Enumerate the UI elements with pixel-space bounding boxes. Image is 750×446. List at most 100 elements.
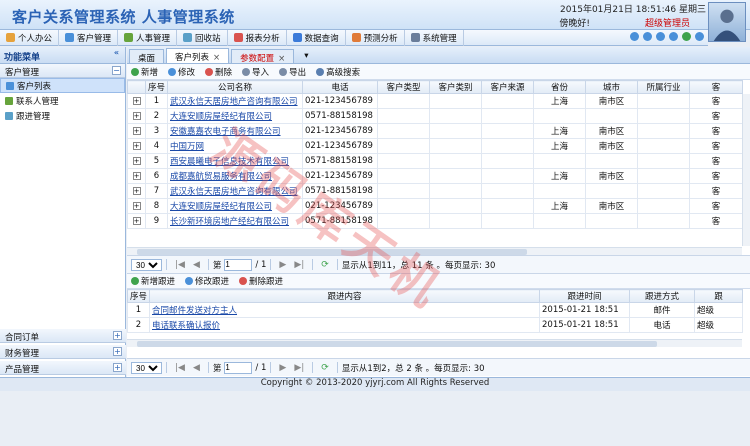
tab-0[interactable]: 桌面: [129, 49, 165, 64]
prev-page-button[interactable]: ◀: [193, 363, 200, 373]
tab-1[interactable]: 客户列表 ×: [166, 48, 230, 63]
minus-icon[interactable]: −: [112, 66, 121, 75]
tab-2[interactable]: 参数配置 ×: [231, 49, 295, 64]
expand-icon[interactable]: +: [132, 97, 141, 105]
expand-icon[interactable]: +: [132, 172, 141, 180]
page-input[interactable]: [224, 361, 253, 374]
menu-item-0[interactable]: 个人办公: [0, 29, 60, 46]
page-size-select[interactable]: 30: [131, 258, 162, 271]
horizontal-scrollbar[interactable]: [127, 339, 742, 347]
column-header[interactable]: 跟进时间: [539, 289, 630, 303]
sidebar-item-2[interactable]: 跟进管理: [0, 108, 125, 123]
menu-item-3[interactable]: 回收站: [177, 29, 228, 46]
column-header[interactable]: 客户类型: [377, 80, 430, 94]
next-page-button[interactable]: ▶: [279, 260, 286, 270]
delete-button[interactable]: 删除: [205, 66, 232, 78]
plus-icon[interactable]: +: [113, 347, 122, 356]
table-row[interactable]: +5 西安晨曦电子信息技术有限公司 0571-88158198 客: [127, 153, 743, 169]
table-cell[interactable]: 武汉永信天居房地产咨询有限公司: [167, 183, 303, 199]
table-row[interactable]: +6 成都嘉航贸易服务有限公司 021-123456789 上海 南市区 客: [127, 168, 743, 184]
table-cell[interactable]: 长沙新环境房地产经纪有限公司: [167, 213, 303, 229]
import-button[interactable]: 导入: [242, 66, 269, 78]
column-header[interactable]: 省份: [533, 80, 586, 94]
horizontal-scrollbar[interactable]: [127, 247, 742, 255]
close-icon[interactable]: ×: [278, 54, 285, 64]
avatar[interactable]: [708, 2, 746, 42]
column-header[interactable]: 客户来源: [481, 80, 534, 94]
column-header[interactable]: 跟进方式: [629, 289, 695, 303]
collapse-icon[interactable]: «: [112, 49, 121, 58]
column-header[interactable]: 城市: [585, 80, 638, 94]
expand-icon[interactable]: +: [132, 142, 141, 150]
table-row[interactable]: +3 安徽嘉嘉农电子商务有限公司 021-123456789 上海 南市区 客: [127, 123, 743, 139]
table-cell[interactable]: 合同邮件发送对方主人: [149, 302, 540, 318]
edit-button[interactable]: 修改: [168, 66, 195, 78]
table-row[interactable]: 2 电话联系确认报价 2015-01-21 18:51 电话 超级: [127, 317, 743, 333]
menu-item-7[interactable]: 系统管理: [405, 29, 464, 46]
sidebar-item-1[interactable]: 联系人管理: [0, 93, 125, 108]
export-button[interactable]: 导出: [279, 66, 306, 78]
table-cell[interactable]: 大连安顺房屋经纪有限公司: [167, 108, 303, 124]
table-cell[interactable]: 成都嘉航贸易服务有限公司: [167, 168, 303, 184]
column-header[interactable]: 客户类别: [429, 80, 482, 94]
table-row[interactable]: +1 武汉永信天居房地产咨询有限公司 021-123456789 上海 南市区 客: [127, 93, 743, 109]
next-page-button[interactable]: ▶: [279, 363, 286, 373]
table-cell[interactable]: 电话联系确认报价: [149, 317, 540, 333]
table-cell[interactable]: 西安晨曦电子信息技术有限公司: [167, 153, 303, 169]
column-header[interactable]: 公司名称: [167, 80, 303, 94]
add-button[interactable]: 新增: [131, 66, 158, 78]
table-row[interactable]: +2 大连安顺房屋经纪有限公司 0571-88158198 客: [127, 108, 743, 124]
add-followup-button[interactable]: 新增跟进: [131, 275, 175, 287]
expand-icon[interactable]: +: [132, 187, 141, 195]
column-header[interactable]: 序号: [127, 289, 150, 303]
menu-item-4[interactable]: 报表分析: [228, 29, 287, 46]
expand-icon[interactable]: +: [132, 127, 141, 135]
table-cell[interactable]: 武汉永信天居房地产咨询有限公司: [167, 93, 303, 109]
menu-item-6[interactable]: 预测分析: [346, 29, 405, 46]
sidebar-section-finance[interactable]: 财务管理 +: [0, 345, 126, 359]
prev-page-button[interactable]: ◀: [193, 260, 200, 270]
column-header[interactable]: 序号: [145, 80, 168, 94]
table-row[interactable]: 1 合同邮件发送对方主人 2015-01-21 18:51 邮件 超级: [127, 302, 743, 318]
gear-icon[interactable]: [656, 32, 665, 41]
column-header[interactable]: 跟进内容: [149, 289, 540, 303]
expand-icon[interactable]: +: [132, 157, 141, 165]
user-icon[interactable]: [643, 32, 652, 41]
expand-icon[interactable]: +: [132, 202, 141, 210]
page-size-select[interactable]: 30: [131, 361, 162, 374]
delete-followup-button[interactable]: 删除跟进: [239, 275, 283, 287]
sidebar-section-customers[interactable]: 客户管理 −: [0, 64, 125, 78]
help-icon[interactable]: [695, 32, 704, 41]
plus-icon[interactable]: +: [113, 331, 122, 340]
refresh-icon[interactable]: ⟳: [321, 363, 329, 373]
tab-menu-icon[interactable]: ▾: [296, 49, 316, 63]
last-page-button[interactable]: ▶|: [294, 260, 304, 270]
close-icon[interactable]: ×: [213, 53, 220, 63]
page-input[interactable]: [224, 258, 253, 271]
last-page-button[interactable]: ▶|: [294, 363, 304, 373]
table-cell[interactable]: 中国万网: [167, 138, 303, 154]
advanced-search-button[interactable]: 高级搜索: [316, 66, 360, 78]
first-page-button[interactable]: |◀: [175, 363, 185, 373]
sidebar-item-0[interactable]: 客户列表: [0, 78, 125, 93]
table-cell[interactable]: 大连安顺房屋经纪有限公司: [167, 198, 303, 214]
vertical-scrollbar[interactable]: [742, 94, 750, 246]
sidebar-section-products[interactable]: 产品管理 +: [0, 361, 126, 375]
plus-icon[interactable]: +: [113, 363, 122, 372]
edit-followup-button[interactable]: 修改跟进: [185, 275, 229, 287]
column-header[interactable]: 客: [689, 80, 743, 94]
menu-item-5[interactable]: 数据查询: [287, 29, 346, 46]
table-row[interactable]: +9 长沙新环境房地产经纪有限公司 0571-88158198 客: [127, 213, 743, 229]
menu-item-1[interactable]: 客户管理: [59, 29, 119, 46]
user-role[interactable]: 超级管理员: [645, 16, 690, 29]
first-page-button[interactable]: |◀: [175, 260, 185, 270]
refresh-icon[interactable]: [669, 32, 678, 41]
menu-item-2[interactable]: 人事管理: [118, 29, 178, 46]
expand-icon[interactable]: +: [132, 112, 141, 120]
table-row[interactable]: +7 武汉永信天居房地产咨询有限公司 0571-88158198 客: [127, 183, 743, 199]
table-row[interactable]: +4 中国万网 021-123456789 上海 南市区 客: [127, 138, 743, 154]
sidebar-section-contracts[interactable]: 合同订单 +: [0, 329, 126, 343]
column-header[interactable]: 跟: [694, 289, 743, 303]
expand-icon[interactable]: +: [132, 217, 141, 225]
column-header[interactable]: 电话: [302, 80, 378, 94]
